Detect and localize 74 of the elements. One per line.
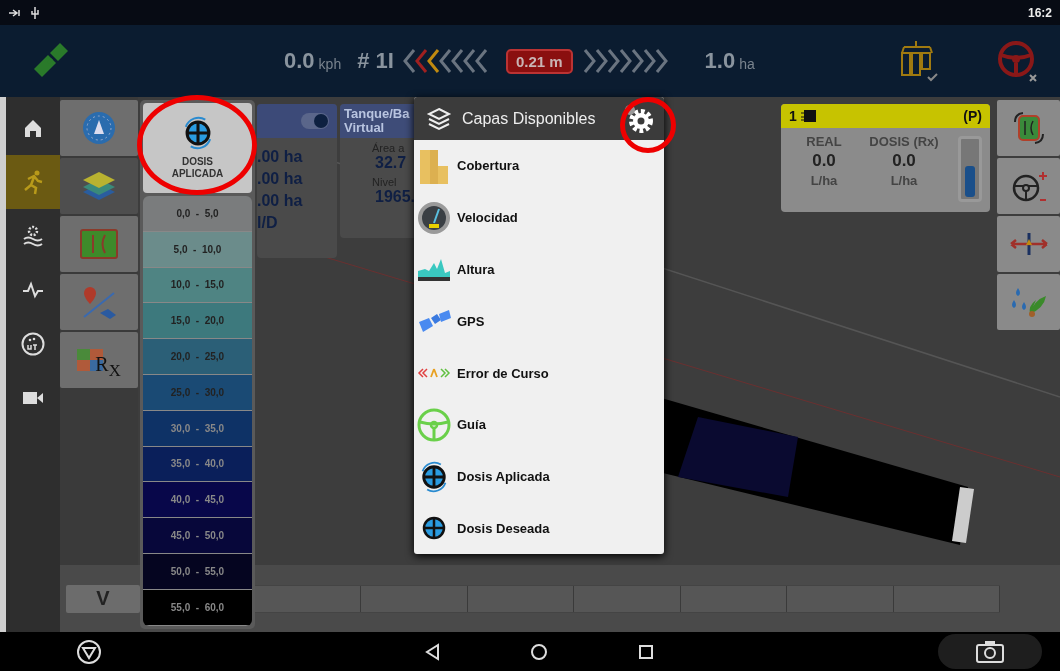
tool-button[interactable] [997, 158, 1060, 214]
steering-wheel-off-icon [996, 39, 1040, 83]
home-icon [22, 117, 44, 139]
layer-item[interactable]: Error de Curso [414, 347, 664, 399]
menu-title: Capas Disponibles [462, 109, 596, 128]
area-text: .00 ha [257, 170, 304, 188]
compass-dial-icon [81, 110, 117, 146]
tool-button[interactable] [60, 158, 138, 214]
triangle-circle-icon [76, 638, 102, 665]
area-text: l/D [257, 214, 279, 232]
area-value: 1.0 [704, 48, 736, 74]
tank-row-value: 1965. [374, 188, 417, 206]
layer-item[interactable]: GPS [414, 295, 664, 348]
layer-item[interactable]: Cobertura [414, 140, 664, 192]
recents-icon [638, 643, 654, 660]
legend-range: 10,0 - 15,0 [143, 267, 252, 304]
guidance-lines-icon [79, 228, 119, 260]
rx-label: R$_{X}$ [95, 353, 121, 381]
crosshair-circle-icon [421, 515, 447, 542]
layer-item[interactable]: Guía [414, 399, 664, 451]
chip-icon [800, 109, 819, 123]
area-text: .00 ha [257, 192, 304, 210]
rate-unit: L/ha [810, 173, 838, 188]
legend-range: 55,0 - 60,0 [143, 589, 252, 626]
gear-waves-icon [21, 224, 45, 248]
rate-unit: L/ha [890, 173, 918, 188]
section-number: 1 [789, 108, 797, 124]
rate-value: 0.0 [812, 151, 836, 171]
camera-icon [975, 639, 1005, 664]
video-camera-icon [22, 390, 44, 406]
steering-wheel-icon [417, 407, 451, 442]
speed-value: 0.0 [284, 48, 315, 74]
tool-button[interactable] [997, 100, 1060, 156]
elevation-profile-icon [417, 257, 451, 282]
tank-row-value: 32.7 [374, 154, 408, 172]
ut-circle-icon [20, 331, 46, 357]
rate-label: REAL [806, 134, 842, 149]
usb-icon [30, 6, 40, 19]
legend-range: 15,0 - 20,0 [143, 303, 252, 340]
tool-button[interactable] [997, 216, 1060, 272]
layers-icon [426, 105, 452, 132]
share-icon [8, 7, 22, 18]
rate-label: DOSIS (Rx) [869, 134, 939, 149]
legend-range: 50,0 - 55,0 [143, 553, 252, 590]
layer-item[interactable]: Velocidad [414, 191, 664, 244]
highlight-circle [620, 97, 676, 153]
legend-range: 30,0 - 35,0 [143, 410, 252, 447]
bar-chart-icon [418, 147, 450, 184]
legend-range: 0,0 - 5,0 [143, 196, 252, 232]
satellite-icon [417, 308, 451, 335]
layer-item[interactable]: Dosis Aplicada [414, 450, 664, 503]
legend-range: 20,0 - 25,0 [143, 339, 252, 375]
back-icon [424, 642, 442, 661]
home-circle-icon [530, 642, 548, 661]
layer-item[interactable]: Dosis Deseada [414, 502, 664, 555]
status-time: 16:2 [1027, 5, 1052, 20]
legend-range: 40,0 - 45,0 [143, 482, 252, 519]
layer-item[interactable]: Altura [414, 243, 664, 296]
speed-unit: kph [318, 56, 342, 72]
chevrons-icon [417, 367, 451, 380]
toggle-switch[interactable] [301, 113, 329, 129]
guidance-line-number: # 1I [357, 48, 394, 74]
legend-button[interactable]: DOSIS APLICADA [143, 103, 252, 193]
legend-range: 25,0 - 30,0 [143, 375, 252, 411]
area-text: .00 ha [257, 148, 304, 166]
legend-range: 45,0 - 50,0 [143, 518, 252, 554]
mode-label: (P) [963, 108, 982, 124]
tool-button[interactable]: R$_{X}$ [60, 332, 138, 388]
area-unit: ha [739, 56, 755, 72]
offset-badge: 0.21 m [505, 48, 573, 74]
rate-value: 0.0 [892, 151, 916, 171]
legend-range: 35,0 - 40,0 [143, 446, 252, 483]
speedometer-icon [417, 200, 451, 235]
legend-range: 5,0 - 10,0 [143, 231, 252, 268]
